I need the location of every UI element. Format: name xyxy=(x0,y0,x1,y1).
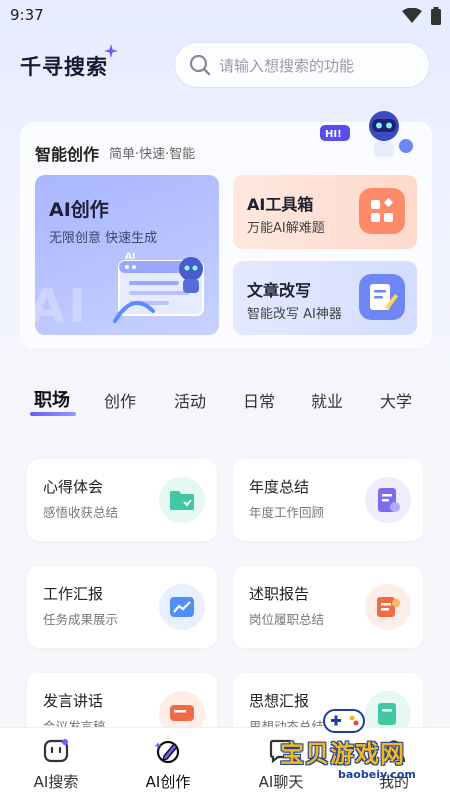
watermark-text: 宝贝游戏网 xyxy=(280,740,405,768)
template-card-work-report[interactable]: 工作汇报 任务成果展示 xyxy=(27,566,217,648)
gamepad-icon xyxy=(323,709,365,733)
card-subtitle: 感悟收获总结 xyxy=(43,505,119,520)
ai-create-title: AI创作 xyxy=(49,199,109,221)
article-rewrite-subtitle: 智能改写 AI神器 xyxy=(247,307,342,322)
tab-creation[interactable]: 创作 xyxy=(104,388,136,412)
ai-toolbox-card[interactable]: AI工具箱 万能AI解难题 xyxy=(233,175,417,249)
site-watermark: 宝贝游戏网 baobeiy.com xyxy=(270,700,440,800)
nav-ai-create[interactable]: AI创作 xyxy=(112,728,224,800)
ai-create-card[interactable]: AI CREATE AI创作 无限创意 快速生成 AI xyxy=(35,175,219,335)
header: 千寻搜索 请输入想搜索的功能 xyxy=(0,40,450,90)
nav-label: AI创作 xyxy=(145,773,191,791)
category-tabs: 职场 创作 活动 日常 就业 大学 xyxy=(0,384,450,424)
ai-chip-text: AI xyxy=(125,252,135,262)
ai-toolbox-title: AI工具箱 xyxy=(247,195,314,214)
search-placeholder: 请输入想搜索的功能 xyxy=(219,56,355,75)
template-card-experience[interactable]: 心得体会 感悟收获总结 xyxy=(27,459,217,541)
folder-icon xyxy=(159,477,205,523)
tab-workplace[interactable]: 职场 xyxy=(34,386,70,412)
tab-employment[interactable]: 就业 xyxy=(311,388,343,412)
card-title: 心得体会 xyxy=(43,478,104,496)
chart-icon xyxy=(159,584,205,630)
robot-mascot-icon: HI! xyxy=(320,111,413,157)
certificate-icon xyxy=(365,584,411,630)
article-rewrite-title: 文章改写 xyxy=(247,281,312,300)
document-edit-icon xyxy=(359,274,405,320)
wifi-icon xyxy=(402,8,422,23)
tab-university[interactable]: 大学 xyxy=(380,388,412,412)
sparkle-icon xyxy=(104,44,118,58)
nav-ai-search[interactable]: AI搜索 xyxy=(0,728,112,800)
card-subtitle: 任务成果展示 xyxy=(43,612,119,627)
ai-toolbox-subtitle: 万能AI解难题 xyxy=(247,221,325,236)
card-title: 发言讲话 xyxy=(43,692,104,710)
card-title: 年度总结 xyxy=(249,478,310,496)
ai-editor-illustration: AI xyxy=(113,252,204,323)
toolbox-grid-icon xyxy=(359,188,405,234)
pen-icon xyxy=(155,740,180,764)
smart-creation-title: 智能创作 xyxy=(35,145,100,164)
template-card-duty-report[interactable]: 述职报告 岗位履职总结 xyxy=(233,566,423,648)
ai-create-subtitle: 无限创意 快速生成 xyxy=(49,231,158,246)
ai-document-icon xyxy=(365,477,411,523)
search-input[interactable]: 请输入想搜索的功能 xyxy=(174,42,430,88)
app-title: 千寻搜索 xyxy=(20,55,108,79)
status-time: 9:37 xyxy=(10,6,44,24)
robot-bubble-text: HI! xyxy=(325,129,342,140)
article-rewrite-card[interactable]: 文章改写 智能改写 AI神器 xyxy=(233,261,417,335)
template-card-annual-summary[interactable]: 年度总结 年度工作回顾 xyxy=(233,459,423,541)
tab-daily[interactable]: 日常 xyxy=(243,388,275,412)
card-subtitle: 岗位履职总结 xyxy=(249,612,325,627)
status-icons xyxy=(402,7,442,25)
card-subtitle: 年度工作回顾 xyxy=(249,505,325,520)
active-tab-underline xyxy=(30,412,76,416)
card-title: 述职报告 xyxy=(249,585,310,603)
search-icon xyxy=(189,54,211,76)
smart-creation-subtitle: 简单·快速·智能 xyxy=(109,147,196,162)
chat-face-icon xyxy=(43,739,69,763)
status-bar: 9:37 xyxy=(0,0,450,32)
nav-label: AI搜索 xyxy=(33,773,79,791)
battery-icon xyxy=(431,7,441,25)
watermark-url: baobeiy.com xyxy=(338,768,416,781)
card-title: 工作汇报 xyxy=(43,585,104,603)
tab-activity[interactable]: 活动 xyxy=(174,388,206,412)
